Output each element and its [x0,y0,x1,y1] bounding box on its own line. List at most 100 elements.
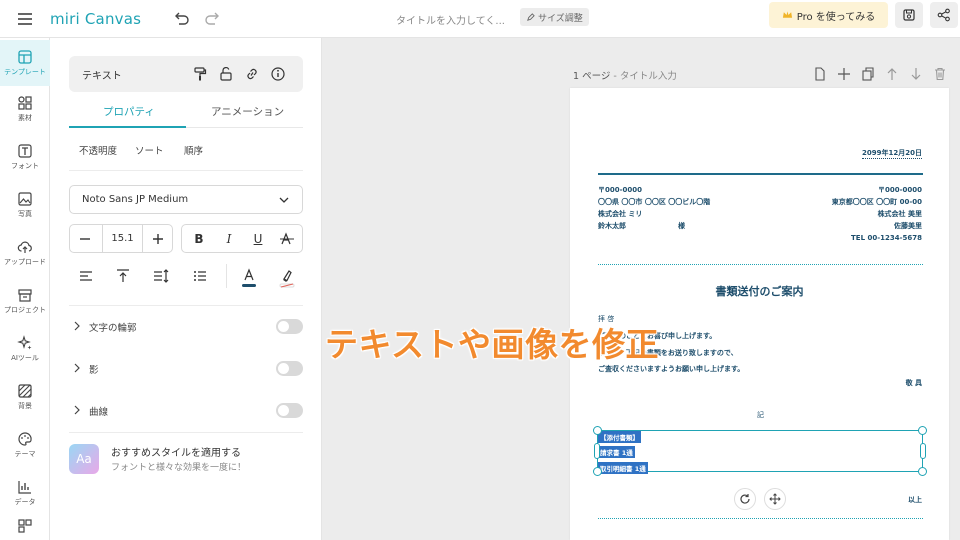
sender-tel[interactable]: TEL 00-1234-5678 [851,234,922,242]
move-down-icon[interactable] [908,66,924,82]
info-icon[interactable] [269,65,287,83]
rail-item-more[interactable] [0,518,50,540]
shadow-label: 影 [89,365,99,376]
resize-handle-tl[interactable] [593,426,602,435]
recipient-company[interactable]: 株式会社 ミリ [598,209,642,219]
move-icon [769,493,781,505]
sender-address-right[interactable]: 東京都〇〇区 〇〇町 00-00 [832,197,922,207]
rail-item-theme[interactable]: テーマ [0,422,50,468]
resize-handle-br[interactable] [918,467,927,476]
rail-item-template[interactable]: テンプレート [0,40,50,86]
rail-item-photo[interactable]: 写真 [0,182,50,228]
move-up-icon[interactable] [884,66,900,82]
resize-handle-right[interactable] [920,443,926,459]
ki-mark[interactable]: 記 [757,410,764,420]
project-icon [18,289,32,302]
attachment-item-2[interactable]: 取引明細書 1通 [598,462,648,474]
sender-zip-right[interactable]: 〒000-0000 [878,185,922,195]
add-page-icon[interactable] [812,66,828,82]
template-icon [18,50,32,64]
rail-item-project[interactable]: プロジェクト [0,278,50,324]
overlay-caption: テキストや画像を修正 [325,325,660,364]
app-logo[interactable]: miri Canvas [50,6,141,32]
closing[interactable]: 敬 具 [906,378,922,388]
document-page[interactable]: 2099年12月20日 〒000-0000 〇〇県 〇〇市 〇〇区 〇〇ビル〇階… [570,88,949,540]
plus-icon[interactable] [836,66,852,82]
document-title[interactable]: タイトルを入力してく... [396,12,505,27]
divider [69,305,303,306]
sender-address[interactable]: 〇〇県 〇〇市 〇〇区 〇〇ビル〇階 [598,197,710,207]
italic-button[interactable]: I [220,231,238,247]
page-title-input[interactable]: タイトル入力 [620,71,677,82]
font-family-select[interactable]: Noto Sans JP Medium [69,185,303,214]
save-button[interactable] [895,2,923,28]
sparkle-icon [17,335,32,350]
outline-toggle[interactable] [276,319,303,334]
shadow-toggle[interactable] [276,361,303,376]
redo-icon[interactable] [202,8,224,30]
resize-handle-tr[interactable] [918,426,927,435]
tab-animation[interactable]: アニメーション [211,104,284,119]
rail-item-data[interactable]: データ [0,470,50,516]
menu-icon[interactable] [12,6,38,32]
format-paint-icon[interactable] [191,65,209,83]
order-option[interactable]: 順序 [184,143,203,157]
highlight-icon[interactable] [278,267,296,291]
shapes-icon [18,96,32,110]
rail-item-elements[interactable]: 素材 [0,86,50,132]
curve-setting-row[interactable]: 曲線 [69,401,303,421]
sender-zip[interactable]: 〒000-0000 [598,185,642,195]
tab-properties[interactable]: プロパティ [103,104,155,119]
underline-button[interactable]: U [249,231,267,247]
rail-item-ai-tools[interactable]: AIツール [0,326,50,372]
link-icon[interactable] [243,65,261,83]
panel-tabs: プロパティ アニメーション [69,100,303,128]
pro-button[interactable]: Pro を使ってみる [769,2,888,28]
resize-handle-bl[interactable] [593,467,602,476]
letter-date[interactable]: 2099年12月20日 [862,148,922,159]
trash-icon[interactable] [932,66,948,82]
recipient-name[interactable]: 鈴木太郎 [598,221,626,231]
divider [69,170,303,171]
background-icon [18,384,32,398]
share-button[interactable] [930,2,958,28]
outline-setting-row[interactable]: 文字の輪郭 [69,317,303,337]
text-color-icon[interactable] [240,267,258,291]
plus-icon[interactable] [152,233,164,245]
lock-icon[interactable] [217,65,235,83]
page-label[interactable]: 1 ページ - タイトル入力 [573,68,677,82]
shadow-setting-row[interactable]: 影 [69,359,303,379]
move-button[interactable] [764,488,786,510]
sender-company[interactable]: 株式会社 美里 [878,209,922,219]
bold-button[interactable]: B [190,231,208,247]
sender-name[interactable]: 佐藤美里 [894,221,922,231]
curve-label: 曲線 [89,407,109,418]
curve-toggle[interactable] [276,403,303,418]
minus-icon[interactable] [79,233,91,245]
rail-label: フォント [11,162,39,170]
ijou-mark[interactable]: 以上 [908,495,922,505]
resize-handle-left[interactable] [594,443,600,459]
align-top-icon[interactable] [114,267,132,285]
resize-button[interactable]: サイズ調整 [520,8,589,26]
duplicate-icon[interactable] [860,66,876,82]
rail-item-background[interactable]: 背景 [0,374,50,420]
attachment-item-1[interactable]: 請求書 1通 [598,446,635,458]
honorific[interactable]: 様 [678,221,685,231]
attachment-heading[interactable]: 【添付書類】 [598,431,641,443]
sort-option[interactable]: ソート [135,143,164,157]
undo-icon[interactable] [170,8,192,30]
rail-label: テンプレート [4,68,46,76]
rotate-button[interactable] [734,488,756,510]
opacity-option[interactable]: 不透明度 [79,143,117,157]
strikethrough-icon[interactable] [278,231,296,247]
rail-item-font[interactable]: フォント [0,134,50,180]
list-icon[interactable] [191,267,209,285]
align-left-icon[interactable] [77,267,95,285]
recommend-style-card[interactable]: Aa おすすめスタイルを適用する フォントと様々な効果を一度に！ [69,440,303,480]
rail-item-upload[interactable]: アップロード [0,230,50,276]
font-size-input[interactable]: 15.1 [103,233,142,244]
line-height-icon[interactable] [152,267,170,285]
letter-title[interactable]: 書類送付のご案内 [570,283,949,299]
font-size-stepper: 15.1 [69,224,173,253]
